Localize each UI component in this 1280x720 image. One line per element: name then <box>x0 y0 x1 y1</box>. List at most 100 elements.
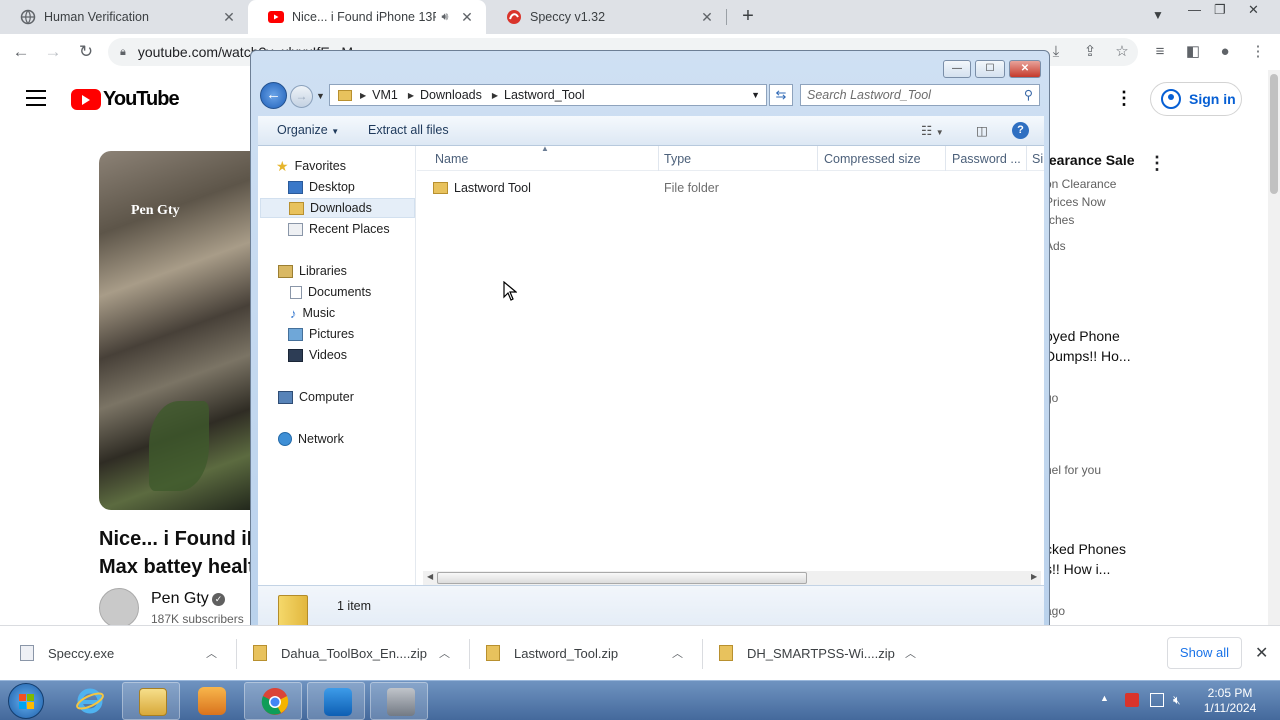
nav-favorites[interactable]: ★ Favorites <box>276 156 346 176</box>
column-type[interactable]: Type <box>664 152 691 166</box>
chrome-menu-icon[interactable]: ⋮ <box>1248 42 1268 62</box>
ad-options-icon[interactable]: ⋮ <box>1148 153 1166 174</box>
system-clock[interactable]: 2:05 PM 1/11/2024 <box>1196 686 1264 716</box>
breadcrumb-arrow-icon[interactable]: ▶ <box>408 91 414 100</box>
download-options-chevron-icon[interactable]: ︿ <box>905 645 916 661</box>
tab-youtube-video[interactable]: Nice... i Found iPhone 13Pro 🔊︎ ✕ <box>248 0 486 34</box>
column-compressed-size[interactable]: Compressed size <box>824 152 921 166</box>
close-downloads-bar-icon[interactable]: ✕ <box>1255 643 1268 663</box>
column-size[interactable]: Si <box>1032 152 1044 166</box>
address-dropdown-icon[interactable]: ▼ <box>751 90 760 100</box>
column-divider[interactable] <box>817 146 818 171</box>
tab-speccy[interactable]: Speccy v1.32 ✕ <box>486 0 726 34</box>
hamburger-menu-icon[interactable] <box>26 90 46 106</box>
start-button[interactable] <box>8 683 44 719</box>
volume-muted-icon[interactable]: 🔇︎ <box>1173 693 1187 707</box>
tab-close-icon[interactable]: ✕ <box>698 9 716 26</box>
taskbar-internet-explorer[interactable] <box>60 682 118 720</box>
explorer-forward-icon[interactable]: → <box>290 85 313 108</box>
profile-icon[interactable]: ● <box>1215 42 1235 62</box>
breadcrumb-lastword-tool[interactable]: Lastword_Tool <box>504 88 585 102</box>
more-options-icon[interactable]: ⋮ <box>1115 88 1133 109</box>
show-all-button[interactable]: Show all <box>1167 637 1242 669</box>
breadcrumb-downloads[interactable]: Downloads <box>420 88 482 102</box>
media-controls-icon[interactable]: ≡ <box>1150 42 1170 62</box>
network-tray-icon[interactable] <box>1150 693 1164 707</box>
tab-human-verification[interactable]: Human Verification ✕ <box>0 0 248 34</box>
download-options-chevron-icon[interactable]: ︿ <box>439 645 450 661</box>
column-divider[interactable] <box>1026 146 1027 171</box>
back-arrow-icon[interactable]: ← <box>10 41 32 63</box>
nav-downloads[interactable]: Downloads <box>260 198 415 218</box>
page-scrollbar[interactable] <box>1268 70 1280 625</box>
forward-arrow-icon[interactable]: → <box>42 41 64 63</box>
explorer-maximize-icon[interactable]: ☐ <box>975 60 1005 78</box>
close-window-icon[interactable]: ✕ <box>1248 2 1259 18</box>
youtube-logo[interactable]: YouTube <box>71 88 180 111</box>
tab-close-icon[interactable]: ✕ <box>458 9 476 26</box>
explorer-search-input[interactable]: Search Lastword_Tool ⚲ <box>800 84 1040 106</box>
nav-desktop[interactable]: Desktop <box>288 177 355 197</box>
sign-in-button[interactable]: Sign in <box>1150 82 1242 116</box>
breadcrumb-arrow-icon[interactable]: ▶ <box>492 91 498 100</box>
scroll-left-icon[interactable]: ◀ <box>427 572 433 581</box>
sidebar-text[interactable]: s!! How i... <box>1045 561 1110 577</box>
organize-button[interactable]: Organize ▼ <box>277 123 339 137</box>
breadcrumb-arrow-icon[interactable]: ▶ <box>360 91 366 100</box>
download-item-speccy[interactable]: Speccy.exe ︿ <box>20 645 217 661</box>
side-panel-icon[interactable]: ◧ <box>1183 42 1203 62</box>
nav-network[interactable]: Network <box>278 429 344 449</box>
column-password[interactable]: Password ... <box>952 152 1022 166</box>
speaker-icon[interactable]: 🔊︎ <box>436 11 454 24</box>
video-player[interactable]: Pen Gty <box>99 151 259 510</box>
minimize-icon[interactable]: — <box>1188 2 1201 17</box>
taskbar-speccy[interactable] <box>370 682 428 720</box>
column-name[interactable]: Name <box>435 152 468 166</box>
restore-icon[interactable]: ❐ <box>1214 2 1226 18</box>
nav-documents[interactable]: Documents <box>290 282 371 302</box>
explorer-close-icon[interactable]: ✕ <box>1009 60 1041 78</box>
new-tab-plus-icon[interactable]: + <box>738 6 758 26</box>
nav-computer[interactable]: Computer <box>278 387 354 407</box>
taskbar-chrome[interactable] <box>244 682 302 720</box>
taskbar-file-explorer[interactable] <box>122 682 180 720</box>
channel-name[interactable]: Pen Gty <box>151 590 209 608</box>
show-hidden-icons-chevron-icon[interactable]: ▲ <box>1100 693 1114 707</box>
horizontal-scrollbar[interactable]: ◀ ▶ <box>423 571 1041 585</box>
sidebar-text[interactable]: oyed Phone <box>1045 328 1120 344</box>
share-icon[interactable]: ⇪ <box>1080 42 1100 62</box>
explorer-back-icon[interactable]: ← <box>260 82 287 109</box>
breadcrumb-vm1[interactable]: VM1 <box>372 88 398 102</box>
taskbar-teamviewer[interactable] <box>307 682 365 720</box>
sidebar-text[interactable]: Dumps!! Ho... <box>1045 348 1131 364</box>
taskbar-media-player[interactable] <box>182 682 240 720</box>
nav-videos[interactable]: Videos <box>288 345 347 365</box>
bookmark-star-icon[interactable]: ☆ <box>1112 42 1132 62</box>
download-item-lastword-tool[interactable]: Lastword_Tool.zip ︿ <box>486 645 683 661</box>
reload-icon[interactable]: ↻ <box>75 41 97 63</box>
nav-pictures[interactable]: Pictures <box>288 324 354 344</box>
column-divider[interactable] <box>658 146 659 171</box>
explorer-address-bar[interactable]: ▶ VM1 ▶ Downloads ▶ Lastword_Tool ▼ <box>329 84 767 106</box>
scrollbar-thumb[interactable] <box>1270 74 1278 194</box>
nav-libraries[interactable]: Libraries <box>278 261 347 281</box>
nav-recent-places[interactable]: Recent Places <box>288 219 390 239</box>
download-options-chevron-icon[interactable]: ︿ <box>206 645 217 661</box>
download-item-dh-smartpss[interactable]: DH_SMARTPSS-Wi....zip ︿ <box>719 645 916 661</box>
file-row[interactable]: Lastword Tool <box>433 179 531 197</box>
preview-pane-icon[interactable]: ◫ <box>976 123 988 138</box>
download-options-chevron-icon[interactable]: ︿ <box>672 645 683 661</box>
download-item-dahua-toolbox[interactable]: Dahua_ToolBox_En....zip ︿ <box>253 645 450 661</box>
action-center-icon[interactable] <box>1125 693 1139 707</box>
view-options-icon[interactable]: ☷ ▼ <box>921 123 944 138</box>
nav-music[interactable]: ♪ Music <box>290 303 335 323</box>
sidebar-text[interactable]: learance Sale <box>1045 152 1135 168</box>
recent-pages-chevron-icon[interactable]: ▼ <box>316 91 325 101</box>
channel-avatar[interactable] <box>99 588 139 628</box>
tab-search-chevron-icon[interactable]: ▼ <box>1152 8 1164 22</box>
column-divider[interactable] <box>945 146 946 171</box>
help-icon[interactable]: ? <box>1012 122 1029 139</box>
sidebar-text[interactable]: cked Phones <box>1045 541 1126 557</box>
scroll-right-icon[interactable]: ▶ <box>1031 572 1037 581</box>
scrollbar-thumb[interactable] <box>437 572 807 584</box>
